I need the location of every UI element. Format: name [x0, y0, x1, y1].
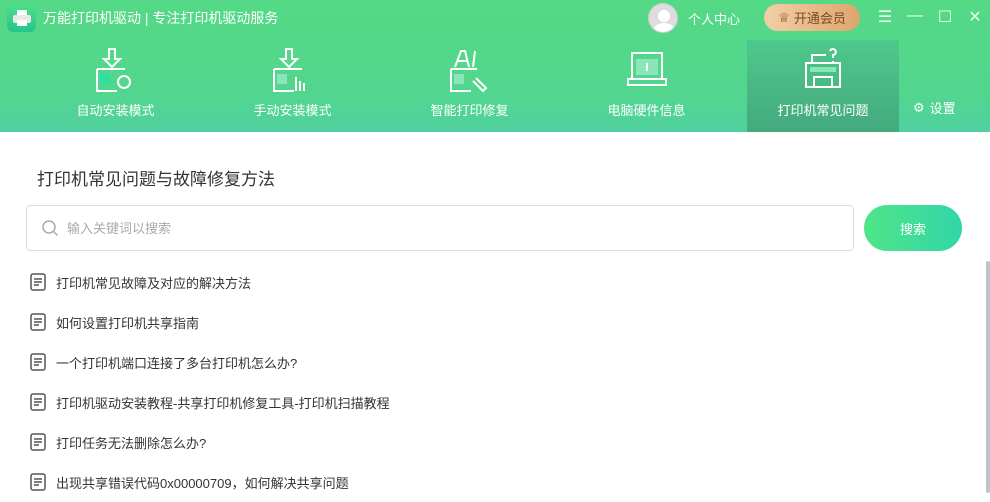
page-title: 打印机常见问题与故障修复方法	[37, 170, 275, 189]
maximize-icon[interactable]: ☐	[935, 7, 955, 27]
article-list: 打印机常见故障及对应的解决方法 如何设置打印机共享指南一个打印机端口连接了多台打印…	[30, 262, 390, 502]
crown-icon: ♕	[778, 9, 790, 25]
minimize-icon[interactable]: —	[905, 7, 925, 25]
document-icon	[30, 313, 46, 331]
list-item[interactable]: 一个打印机端口连接了多台打印机怎么办?	[30, 342, 390, 382]
document-icon	[30, 273, 46, 291]
repair-wrench-icon	[449, 50, 487, 93]
document-icon	[30, 353, 46, 371]
scrollbar[interactable]	[986, 261, 990, 493]
search-button[interactable]: 搜索	[864, 205, 962, 251]
vip-button[interactable]: ♕ 开通会员	[764, 4, 860, 31]
list-item[interactable]: 打印机常见故障及对应的解决方法	[30, 262, 390, 302]
menu-icon[interactable]: ☰	[875, 7, 895, 27]
article-title: 打印机常见故障及对应的解决方法	[56, 275, 252, 291]
settings-button[interactable]: ⚙ 设置	[913, 98, 956, 117]
printer-logo-icon	[7, 4, 36, 32]
laptop-info-icon	[626, 52, 667, 86]
article-title: 出现共享错误代码0x00000709，如何解决共享问题	[56, 475, 349, 491]
header: 万能打印机驱动 | 专注打印机驱动服务 个人中心 ♕ 开通会员 ☰ — ☐ ✕ 自…	[0, 0, 990, 132]
tab-printer-faq[interactable]: 打印机常见问题	[747, 40, 899, 132]
article-title: 打印机驱动安装教程-共享打印机修复工具-打印机扫描教程	[56, 395, 390, 411]
user-center-link[interactable]: 个人中心	[688, 9, 740, 28]
avatar[interactable]	[648, 3, 678, 33]
list-item[interactable]: 打印任务无法删除怎么办?	[30, 422, 390, 462]
close-icon[interactable]: ✕	[965, 7, 985, 27]
tab-smart-repair[interactable]: 智能打印修复	[381, 40, 558, 132]
gear-icon: ⚙	[913, 99, 925, 115]
list-item[interactable]: 如何设置打印机共享指南	[30, 302, 390, 342]
article-title: 一个打印机端口连接了多台打印机怎么办?	[56, 355, 298, 371]
document-icon	[30, 473, 46, 491]
app-title: 万能打印机驱动 | 专注打印机驱动服务	[43, 10, 279, 26]
printer-question-icon	[805, 48, 841, 88]
article-title: 打印任务无法删除怎么办?	[56, 435, 207, 451]
search-input[interactable]	[67, 220, 767, 236]
document-icon	[30, 393, 46, 411]
search-icon	[42, 220, 59, 237]
manual-install-icon	[272, 48, 305, 92]
article-title: 如何设置打印机共享指南	[56, 315, 200, 331]
list-item[interactable]: 打印机驱动安装教程-共享打印机修复工具-打印机扫描教程	[30, 382, 390, 422]
search-box[interactable]	[26, 205, 854, 251]
tab-auto-install[interactable]: 自动安装模式	[27, 40, 204, 132]
list-item[interactable]: 出现共享错误代码0x00000709，如何解决共享问题	[30, 462, 390, 502]
document-icon	[30, 433, 46, 451]
auto-install-icon	[95, 48, 131, 92]
tab-hardware-info[interactable]: 电脑硬件信息	[558, 40, 735, 132]
tab-manual-install[interactable]: 手动安装模式	[204, 40, 381, 132]
